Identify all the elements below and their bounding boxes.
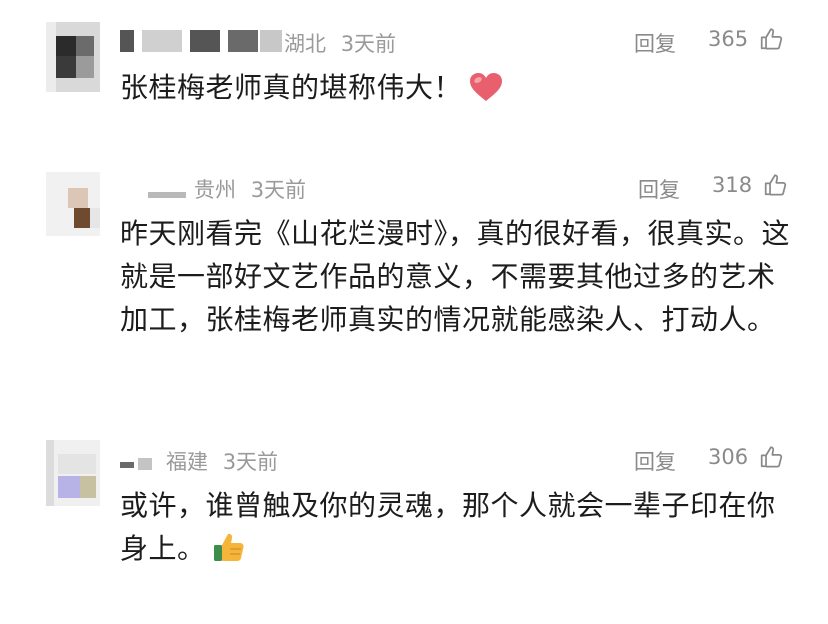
timestamp: 3天前	[222, 450, 279, 474]
timestamp: 3天前	[250, 178, 307, 202]
thumbs-up-icon	[760, 28, 782, 50]
comment-item: 贵州 3天前 回复 318 昨天刚看完《山花烂漫时》，真的很好看，很真实。这就是…	[0, 160, 828, 400]
like-count: 365	[708, 27, 749, 51]
comment-item: 湖北 3天前 回复 365 张桂梅老师真的堪称伟大！	[0, 0, 828, 140]
thumbs-up-icon	[760, 446, 782, 468]
thumbs-up-icon	[764, 174, 786, 196]
username-blurred[interactable]	[120, 30, 282, 52]
location-label: 福建	[166, 450, 208, 474]
like-button[interactable]: 318	[712, 172, 789, 198]
like-button[interactable]: 306	[708, 444, 785, 470]
avatar[interactable]	[46, 440, 100, 506]
like-button[interactable]: 365	[708, 26, 785, 52]
location-label: 贵州	[194, 178, 236, 202]
username-blurred[interactable]	[120, 182, 192, 204]
comment-meta: 湖北 3天前	[284, 28, 396, 58]
comment-body: 昨天刚看完《山花烂漫时》，真的很好看，很真实。这就是一部好文艺作品的意义，不需要…	[120, 217, 791, 336]
comment-meta: 福建 3天前	[166, 446, 278, 476]
reply-button[interactable]: 回复	[634, 28, 676, 58]
comment-item: 福建 3天前 回复 306 或许，谁曾触及你的灵魂，那个人就会一辈子印在你身上。	[0, 420, 828, 600]
comment-text: 张桂梅老师真的堪称伟大！	[120, 66, 800, 115]
thumbs-up-emoji	[212, 530, 246, 576]
avatar[interactable]	[46, 172, 100, 236]
username-blurred[interactable]	[120, 450, 164, 472]
comment-meta: 贵州 3天前	[194, 174, 306, 204]
location-label: 湖北	[284, 32, 326, 56]
reply-button[interactable]: 回复	[638, 174, 680, 204]
timestamp: 3天前	[340, 32, 397, 56]
comment-text: 昨天刚看完《山花烂漫时》，真的很好看，很真实。这就是一部好文艺作品的意义，不需要…	[120, 212, 800, 341]
heart-emoji	[468, 71, 504, 115]
comment-body: 张桂梅老师真的堪称伟大！	[120, 71, 463, 104]
like-count: 318	[712, 173, 753, 197]
like-count: 306	[708, 445, 749, 469]
reply-button[interactable]: 回复	[634, 446, 676, 476]
comment-text: 或许，谁曾触及你的灵魂，那个人就会一辈子印在你身上。	[120, 484, 800, 576]
avatar[interactable]	[46, 22, 100, 92]
